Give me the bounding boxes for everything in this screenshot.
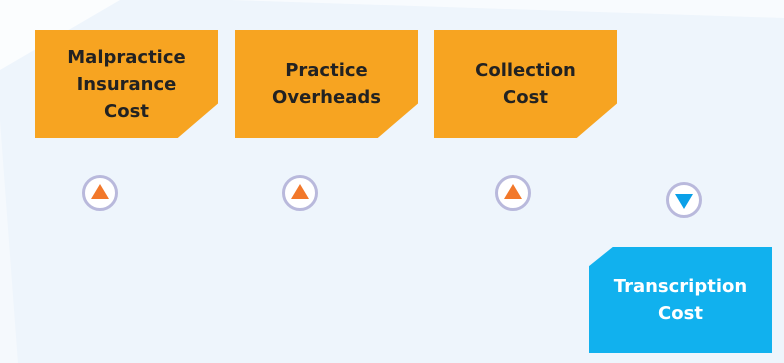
up-arrow-icon [504,184,522,199]
card-label: Collection Cost [475,60,576,108]
collection-cost-indicator [495,175,531,211]
practice-overheads-card: Practice Overheads [235,30,418,138]
transcription-cost-card: Transcription Cost [589,247,772,353]
card-label: Transcription Cost [613,276,748,324]
malpractice-insurance-cost-indicator [82,175,118,211]
collection-cost-card: Collection Cost [434,30,617,138]
up-arrow-icon [291,184,309,199]
card-label: Practice Overheads [272,60,381,108]
practice-overheads-indicator [282,175,318,211]
down-arrow-icon [675,194,693,209]
malpractice-insurance-cost-card: Malpractice Insurance Cost [35,30,218,138]
card-label: Malpractice Insurance Cost [67,46,186,122]
up-arrow-icon [91,184,109,199]
diagram-canvas: Malpractice Insurance Cost Practice Over… [0,0,784,363]
transcription-cost-indicator [666,182,702,218]
